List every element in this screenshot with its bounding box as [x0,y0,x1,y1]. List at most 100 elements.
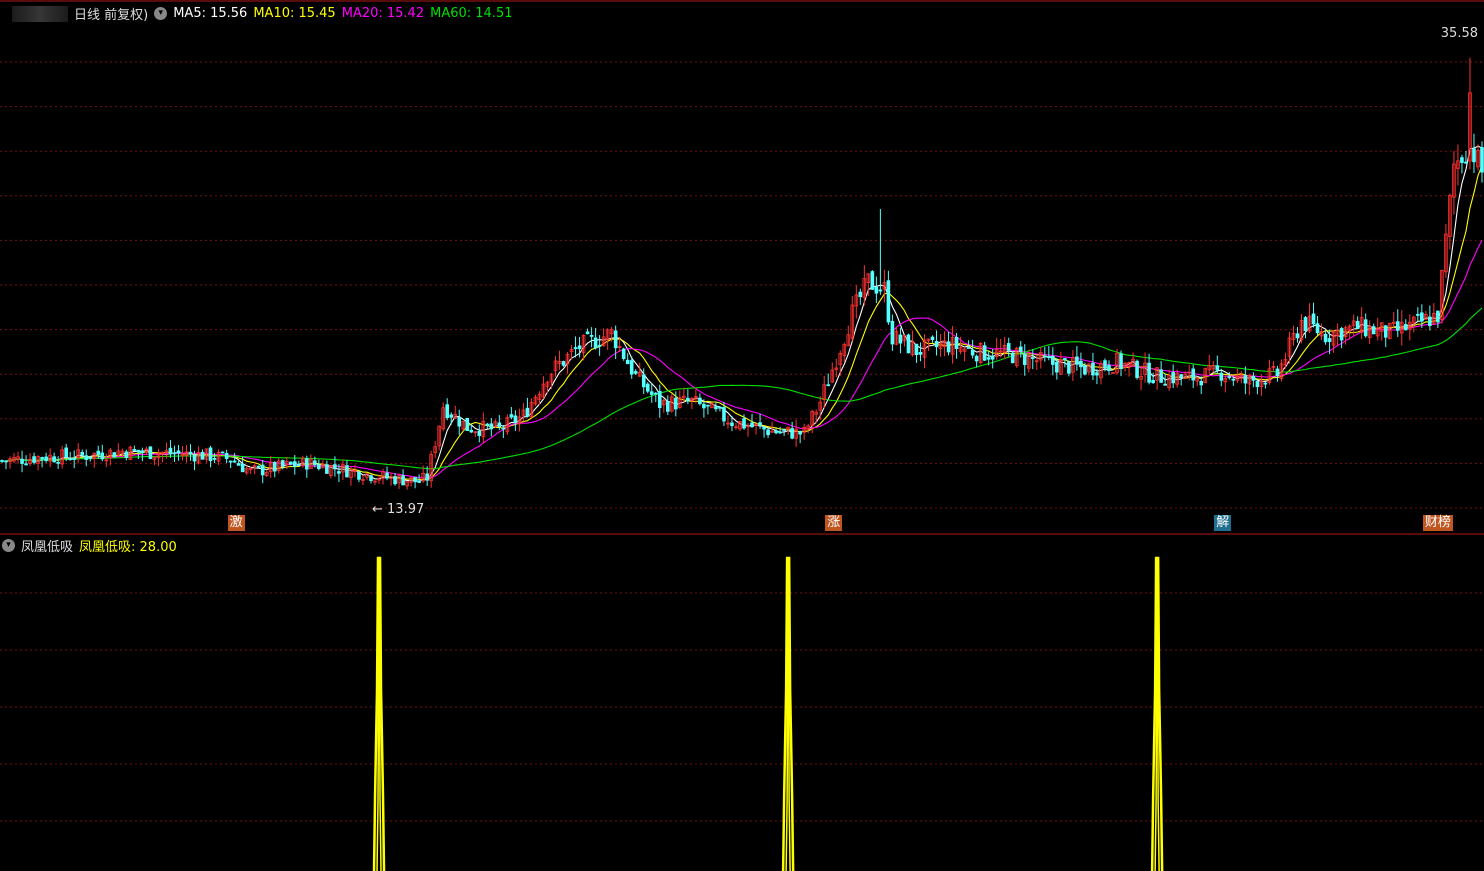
candle-body [986,357,991,360]
candle-body [1215,365,1220,371]
candle-body [325,464,329,474]
candle-body [714,406,718,410]
candle-body [477,430,482,436]
candle-body [369,475,373,482]
candle-body [0,460,4,462]
candle-body [56,461,60,464]
candle-body [525,407,530,417]
high-price-label: 35.58 [1440,26,1478,41]
candle-body [1079,360,1083,368]
chevron-down-icon[interactable]: ▾ [154,7,168,20]
candle-body [1243,375,1248,384]
candle-body [758,422,762,426]
candle-body [1219,372,1224,381]
ma-line-ma10 [1,165,1483,481]
ma-line-ma20 [1,240,1483,479]
stock-chart[interactable] [0,0,1484,871]
candle-body [742,418,746,429]
candle-body [990,355,995,360]
candle-body [930,336,935,341]
candlesticks[interactable] [0,57,1484,490]
candle-body [292,461,297,467]
candle-body [1295,333,1300,339]
candle-body [497,422,502,427]
candle-body [886,280,891,323]
candle-body [1472,148,1476,163]
candle-body [906,334,911,354]
candle-body [132,448,137,451]
candle-body [718,406,722,409]
candle-body [1135,360,1139,378]
candle-body [1006,343,1011,351]
candle-body [1395,321,1400,331]
candle-body [597,344,602,347]
candle-body [665,401,670,412]
candle-body [722,407,726,422]
event-marker[interactable]: 涨 [825,515,843,531]
candle-body [1055,361,1059,373]
candle-body [1030,357,1035,359]
candle-body [1151,379,1155,384]
candle-body [4,460,8,463]
indicator-signals [372,556,1164,871]
candle-body [750,422,754,428]
candle-body [1403,324,1408,331]
main-grid [0,61,1484,509]
candle-body [858,291,863,298]
candle-body [228,460,233,463]
candle-body [702,403,706,409]
event-marker[interactable]: 解 [1214,515,1232,531]
candle-body [192,454,197,462]
candle-body [645,383,650,392]
candle-body [1263,382,1268,385]
ma20-label: MA20: 15.42 [341,6,425,21]
candle-body [918,351,923,355]
candle-body [1199,380,1204,386]
candle-body [256,465,261,468]
candle-body [84,455,89,460]
candle-body [1227,376,1232,379]
candle-body [593,337,598,349]
candle-body [1327,338,1332,342]
candle-body [778,431,782,434]
low-price-label: ← 13.97 [372,502,425,517]
candle-body [1383,325,1388,338]
candle-body [782,429,786,431]
candle-body [1067,361,1071,374]
candle-body [974,355,979,362]
ma5-label: MA5: 15.56 [173,6,248,21]
candle-body [1231,378,1236,381]
candle-body [489,423,494,430]
candle-body [64,447,68,458]
candle-body [653,392,658,395]
candle-body [686,397,690,402]
candle-body [385,472,389,479]
candle-body [220,451,225,454]
candle-body [774,430,778,434]
candle-body [1083,365,1087,375]
candle-body [168,447,173,455]
candle-body [1464,161,1468,164]
candle-body [297,464,301,466]
candle-body [188,451,193,455]
event-marker[interactable]: 激 [227,515,245,531]
candle-body [1436,310,1440,323]
candle-body [766,429,770,436]
candle-body [1163,383,1167,386]
candle-body [212,458,217,460]
candle-body [1480,147,1484,173]
candle-body [698,397,702,405]
candle-body [333,464,337,470]
event-marker[interactable]: 财榜 [1422,515,1453,531]
candle-body [465,417,470,432]
candle-body [457,416,462,427]
candle-body [1315,323,1320,334]
candle-body [890,320,895,345]
candle-body [621,348,626,359]
candle-body [1119,353,1123,370]
candle-body [1275,368,1280,377]
candle-body [706,404,710,407]
chevron-down-icon[interactable]: ▾ [2,539,15,552]
ma-line-ma5 [1,145,1483,483]
candle-body [345,465,349,478]
